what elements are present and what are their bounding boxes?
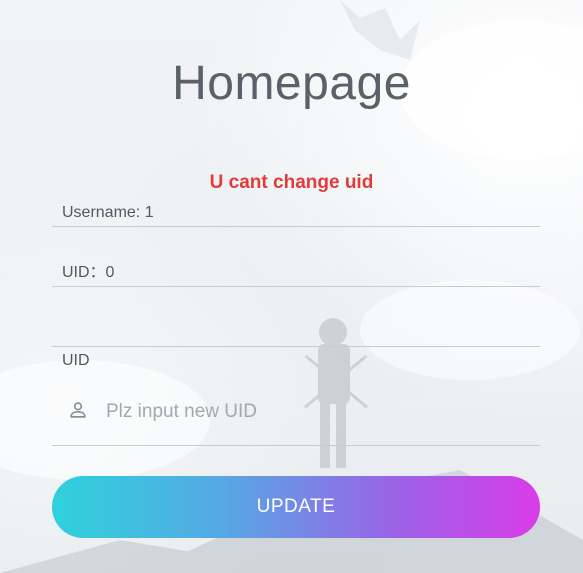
user-icon	[70, 402, 86, 418]
update-button[interactable]: UPDATE	[52, 476, 540, 538]
username-text: Username: 1	[62, 204, 154, 221]
username-display: Username: 1	[52, 196, 540, 227]
uid-input-label: UID	[62, 352, 90, 369]
new-uid-input[interactable]	[104, 396, 528, 428]
page-title: Homepage	[172, 57, 411, 110]
login-page: Homepage U cant change uid Username: 1 U…	[0, 0, 583, 573]
uid-input-wrapper	[52, 386, 540, 446]
error-message: U cant change uid	[209, 172, 374, 193]
empty-display-field	[52, 316, 540, 347]
uid-display: UID：0	[52, 256, 540, 287]
uid-text: UID：0	[62, 264, 115, 281]
